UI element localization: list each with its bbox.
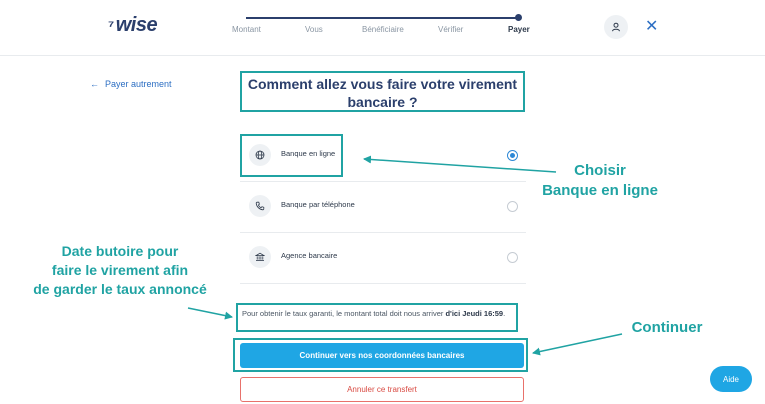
arrow-to-continue [532,333,623,356]
annotation-arrows [187,155,623,356]
arrow-to-online-bank [363,155,557,173]
arrow-to-notice [187,307,233,320]
